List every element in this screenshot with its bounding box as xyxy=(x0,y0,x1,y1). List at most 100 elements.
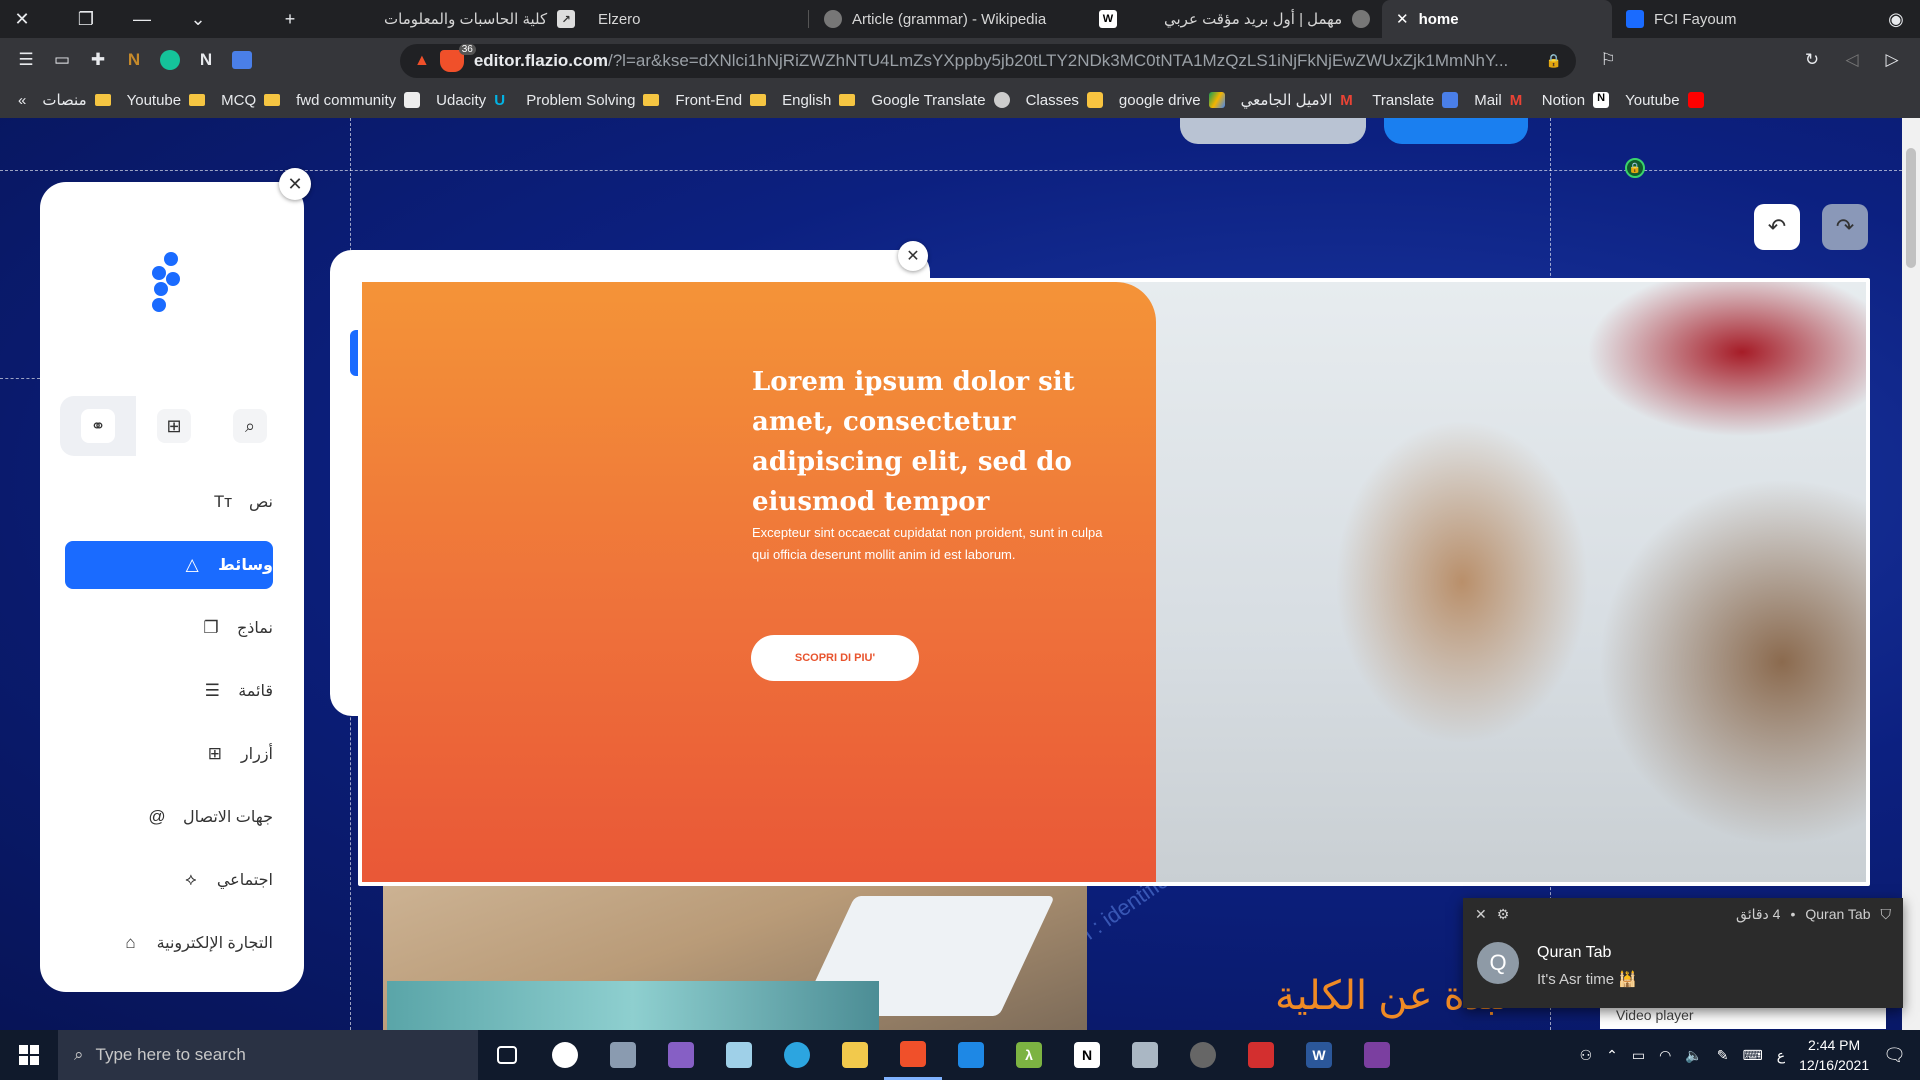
bookmark-item[interactable]: Classes xyxy=(1026,92,1103,109)
bookmark-item[interactable]: Notion N xyxy=(1542,92,1610,109)
notion-app-icon[interactable]: N xyxy=(1058,1030,1116,1080)
bookmark-item[interactable]: Problem Solving xyxy=(526,92,660,109)
bookmark-icon[interactable]: ⚐ xyxy=(1590,42,1626,78)
close-panel-icon[interactable]: ✕ xyxy=(279,168,311,200)
wallet-icon[interactable]: ▭ xyxy=(44,42,80,78)
menu-item-buttons[interactable]: ⊞ أزرار xyxy=(65,730,273,778)
tab-elzero[interactable]: Elzero xyxy=(584,0,655,38)
secondary-top-button[interactable] xyxy=(1180,118,1366,144)
close-window-icon[interactable]: ✕ xyxy=(0,0,44,38)
lock-icon[interactable]: 🔒 xyxy=(1625,158,1645,178)
bookmark-item[interactable]: منصات xyxy=(42,91,111,109)
notion-extension-icon[interactable]: N xyxy=(116,42,152,78)
close-preview-icon[interactable]: ✕ xyxy=(898,241,928,271)
windows-start-icon[interactable] xyxy=(0,1030,58,1080)
notion-icon[interactable]: N xyxy=(188,42,224,78)
menu-icon[interactable]: ☰ xyxy=(8,42,44,78)
close-notification-icon[interactable]: ✕ xyxy=(1475,906,1487,923)
tab-temp-mail[interactable]: مهمل | أول بريد مؤقت عربي xyxy=(1150,0,1384,38)
tab-layout[interactable]: ⊞ xyxy=(136,396,212,456)
menu-item-contacts[interactable]: @ جهات الاتصال xyxy=(65,793,273,841)
hero-template-preview[interactable]: Lorem ipsum dolor sit amet, consectetur … xyxy=(358,278,1870,886)
brave-rewards-icon[interactable]: ▲ xyxy=(414,52,430,70)
lambda-app-icon[interactable]: λ xyxy=(1000,1030,1058,1080)
brave-browser-icon[interactable] xyxy=(884,1030,942,1080)
primary-top-button[interactable] xyxy=(1384,118,1528,144)
tab-home[interactable]: ✕ home xyxy=(1382,0,1612,38)
bookmark-item[interactable]: Front-End xyxy=(675,92,767,109)
menu-item-ecommerce[interactable]: ⌂ التجارة الإلكترونية xyxy=(65,919,273,967)
more-bookmarks-icon[interactable]: « xyxy=(18,92,26,109)
undo-icon[interactable]: ↶ xyxy=(1754,204,1800,250)
address-bar[interactable]: ▲ 36 editor.flazio.com/?l=ar&kse=dXNlci1… xyxy=(400,44,1576,78)
menu-item-media[interactable]: △ وسائط xyxy=(65,541,273,589)
tab-wikipedia[interactable]: Article (grammar) - Wikipedia xyxy=(810,0,1060,38)
pen-icon[interactable]: ✎ xyxy=(1717,1047,1729,1064)
grammarly-icon[interactable] xyxy=(152,42,188,78)
vscode-icon[interactable] xyxy=(942,1030,1000,1080)
battery-icon[interactable]: ▭ xyxy=(1632,1047,1645,1064)
file-explorer-icon[interactable] xyxy=(826,1030,884,1080)
tab-fci[interactable]: FCI Fayoum xyxy=(1612,0,1751,38)
tab-wikipedia-w[interactable]: W xyxy=(1085,0,1131,38)
menu-item-social[interactable]: ⟡ اجتماعي xyxy=(65,856,273,904)
notes-app-icon[interactable] xyxy=(710,1030,768,1080)
people-icon[interactable]: ⚇ xyxy=(1580,1047,1593,1064)
toast-notification[interactable]: ✕ ⚙ Quran Tab • 4 دقائق ⛉ Q Quran Tab It's… xyxy=(1463,898,1903,1008)
taskbar-search[interactable]: ⌕ Type here to search xyxy=(58,1030,478,1080)
editor-canvas[interactable]: 🔒 login : identification user نبذة عن ال… xyxy=(0,118,1920,1030)
alarm-app-icon[interactable] xyxy=(536,1030,594,1080)
keyboard-icon[interactable]: ⌨ xyxy=(1742,1047,1762,1064)
notifications-icon[interactable]: 🗨 xyxy=(1883,1045,1906,1066)
bookmark-item[interactable]: MCQ xyxy=(221,92,281,109)
bookmark-item[interactable]: Translate xyxy=(1372,92,1459,109)
volume-icon[interactable]: 🔈 xyxy=(1685,1047,1702,1064)
tab-elements[interactable]: ⚭ xyxy=(60,396,136,456)
globe-icon[interactable]: ◉ xyxy=(1874,0,1918,38)
show-hidden-icon[interactable]: ⌃ xyxy=(1606,1047,1618,1064)
tab-menu-icon[interactable]: ⌄ xyxy=(176,0,220,38)
input-language[interactable]: ع xyxy=(1777,1047,1785,1064)
bookmark-item[interactable]: الاميل الجامعي M xyxy=(1241,91,1357,109)
bookmark-item[interactable]: Udacity U xyxy=(436,92,510,110)
new-tab-icon[interactable]: + xyxy=(268,0,312,38)
acrobat-icon[interactable] xyxy=(1232,1030,1290,1080)
menu-item-forms[interactable]: ❐ نماذج xyxy=(65,604,273,652)
task-view-icon[interactable] xyxy=(478,1030,536,1080)
bookmark-item[interactable]: fwd community xyxy=(296,92,421,109)
reload-icon[interactable]: ↻ xyxy=(1794,42,1830,78)
bookmark-item[interactable]: Google Translate xyxy=(871,92,1010,109)
tab-search[interactable]: ⌕ xyxy=(212,396,288,456)
bookmark-item[interactable]: Youtube xyxy=(1625,92,1704,109)
visual-studio-icon[interactable] xyxy=(652,1030,710,1080)
telegram-icon[interactable] xyxy=(768,1030,826,1080)
brave-shield-icon[interactable]: 36 xyxy=(439,44,476,72)
redo-icon[interactable]: ↷ xyxy=(1822,204,1868,250)
hero-cta-button[interactable]: SCOPRI DI PIU' xyxy=(751,635,919,681)
minimize-window-icon[interactable]: — xyxy=(120,0,164,38)
word-icon[interactable]: W xyxy=(1290,1030,1348,1080)
extensions-icon[interactable]: ✚ xyxy=(80,42,116,78)
page-scrollbar[interactable] xyxy=(1902,118,1920,1030)
winrar-icon[interactable] xyxy=(1348,1030,1406,1080)
git-app-icon[interactable] xyxy=(1174,1030,1232,1080)
sea-photo[interactable] xyxy=(387,981,879,1030)
scrollbar-thumb[interactable] xyxy=(1906,148,1916,268)
back-icon[interactable]: ◁ xyxy=(1834,42,1870,78)
wifi-icon[interactable]: ◠ xyxy=(1659,1047,1671,1064)
menu-item-list[interactable]: ☰ قائمة xyxy=(65,667,273,715)
network-app-icon[interactable] xyxy=(1116,1030,1174,1080)
clock[interactable]: 2:44 PM 12/16/2021 xyxy=(1799,1035,1869,1075)
translate-icon[interactable] xyxy=(224,42,260,78)
bookmark-item[interactable]: English xyxy=(782,92,856,109)
close-tab-icon[interactable]: ✕ xyxy=(1396,10,1409,28)
bookmark-item[interactable]: google drive xyxy=(1119,92,1225,109)
bookmark-item[interactable]: Mail M xyxy=(1474,92,1526,110)
bookmark-item[interactable]: Youtube xyxy=(127,92,206,109)
tab-college[interactable]: كلية الحاسبات والمعلومات ↗ xyxy=(370,0,589,38)
menu-item-text[interactable]: Tт نص xyxy=(65,478,273,526)
calculator-icon[interactable] xyxy=(594,1030,652,1080)
forward-icon[interactable]: ▷ xyxy=(1874,42,1910,78)
settings-icon[interactable]: ⚙ xyxy=(1497,906,1510,923)
restore-window-icon[interactable]: ❐ xyxy=(64,0,108,38)
